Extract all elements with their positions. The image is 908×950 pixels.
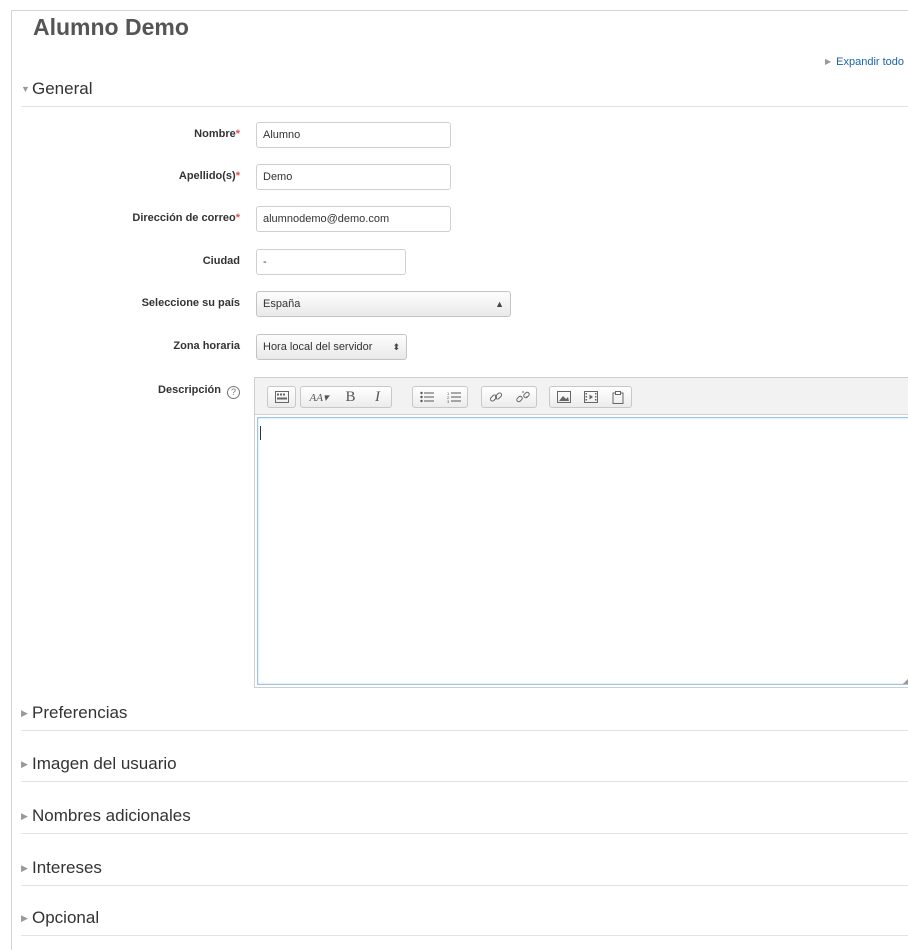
section-intereses-header[interactable]: ▶ Intereses: [21, 858, 908, 886]
section-opcional-label: Opcional: [32, 908, 100, 927]
select-arrows-icon: ▲: [495, 299, 504, 309]
zona-label: Zona horaria: [173, 340, 240, 352]
expand-icon: ▶: [21, 759, 28, 769]
ciudad-label: Ciudad: [202, 255, 240, 267]
apellidos-label: Apellido(s)*: [178, 170, 240, 182]
required-marker: *: [235, 170, 240, 182]
unordered-list-icon[interactable]: [413, 387, 440, 407]
toolbar-group-lists: 123: [412, 386, 468, 408]
help-icon[interactable]: ?: [227, 386, 240, 399]
unlink-icon[interactable]: [509, 387, 536, 407]
descripcion-label: Descripción?: [158, 384, 240, 399]
expand-icon: ▶: [21, 708, 28, 718]
section-imagen-header[interactable]: ▶ Imagen del usuario: [21, 754, 908, 782]
zona-row: Zona horaria Hora local del servidor ⬍: [0, 334, 908, 360]
pais-label: Seleccione su país: [141, 297, 240, 309]
toolbar-group-media: [549, 386, 632, 408]
correo-input[interactable]: alumnodemo@demo.com: [256, 206, 451, 232]
section-general-header[interactable]: ▼ General: [21, 79, 908, 107]
zona-selected-value: Hora local del servidor: [263, 341, 373, 353]
text-cursor: [260, 426, 261, 440]
section-general-label: General: [32, 79, 93, 98]
toolbar-group-toggle: [267, 386, 296, 408]
image-icon[interactable]: [550, 387, 577, 407]
page-title: Alumno Demo: [33, 14, 189, 40]
font-style-icon[interactable]: AA▾: [301, 387, 337, 407]
nombre-input[interactable]: Alumno: [256, 122, 451, 148]
toolbar-group-links: [481, 386, 537, 408]
expand-all-link[interactable]: ▶ Expandir todo: [825, 56, 904, 68]
nombre-label: Nombre*: [194, 128, 240, 140]
ciudad-row: Ciudad -: [0, 249, 908, 275]
expand-all-label: Expandir todo: [836, 56, 905, 68]
expand-icon: ▶: [21, 913, 28, 923]
apellidos-row: Apellido(s)* Demo: [0, 164, 908, 190]
zona-select[interactable]: Hora local del servidor ⬍: [256, 334, 407, 360]
bold-icon[interactable]: B: [337, 387, 364, 407]
correo-row: Dirección de correo* alumnodemo@demo.com: [0, 206, 908, 232]
ciudad-input[interactable]: -: [256, 249, 406, 275]
section-preferencias-header[interactable]: ▶ Preferencias: [21, 703, 908, 731]
apellidos-input[interactable]: Demo: [256, 164, 451, 190]
nombre-row: Nombre* Alumno: [0, 122, 908, 148]
select-arrows-icon: ⬍: [392, 342, 400, 352]
correo-label: Dirección de correo*: [132, 212, 240, 224]
toolbar-toggle-icon[interactable]: [268, 387, 295, 407]
descripcion-editor: AA▾ B I 123 ◢: [254, 377, 908, 688]
section-imagen-label: Imagen del usuario: [32, 754, 177, 773]
section-intereses-label: Intereses: [32, 858, 102, 877]
section-nombres-header[interactable]: ▶ Nombres adicionales: [21, 806, 908, 834]
toolbar-group-format: AA▾ B I: [300, 386, 392, 408]
pais-selected-value: España: [263, 298, 301, 310]
descripcion-textarea[interactable]: [257, 417, 908, 685]
expand-icon: ▶: [21, 811, 28, 821]
resize-grip-icon[interactable]: ◢: [903, 676, 908, 685]
editor-toolbar: AA▾ B I 123: [255, 378, 908, 415]
svg-text:3: 3: [447, 399, 450, 403]
collapse-icon: ▼: [21, 84, 30, 94]
paste-icon[interactable]: [604, 387, 631, 407]
expand-icon: ▶: [21, 863, 28, 873]
italic-icon[interactable]: I: [364, 387, 391, 407]
section-preferencias-label: Preferencias: [32, 703, 128, 722]
pais-row: Seleccione su país España ▲: [0, 291, 908, 317]
section-opcional-header[interactable]: ▶ Opcional: [21, 908, 908, 936]
ordered-list-icon[interactable]: 123: [440, 387, 467, 407]
required-marker: *: [235, 212, 240, 224]
section-nombres-label: Nombres adicionales: [32, 806, 191, 825]
media-icon[interactable]: [577, 387, 604, 407]
link-icon[interactable]: [482, 387, 509, 407]
pais-select[interactable]: España ▲: [256, 291, 511, 317]
required-marker: *: [235, 128, 240, 140]
expand-all-icon: ▶: [825, 57, 832, 66]
